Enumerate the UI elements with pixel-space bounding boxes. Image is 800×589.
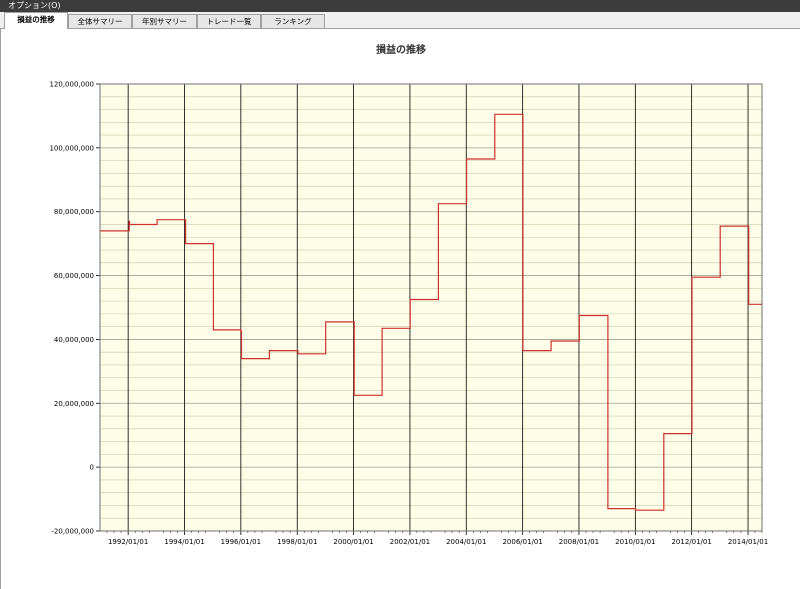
x-tick-label: 2004/01/01: [446, 538, 486, 546]
y-tick-label: 120,000,000: [49, 81, 94, 89]
x-tick-label: 2006/01/01: [502, 538, 542, 546]
x-tick-label: 2008/01/01: [559, 538, 599, 546]
x-tick-label: 2000/01/01: [333, 538, 373, 546]
chart-title: 損益の推移: [376, 43, 426, 56]
x-tick-label: 1998/01/01: [277, 538, 317, 546]
y-tick-label: 20,000,000: [54, 400, 94, 408]
tab-trade-list[interactable]: トレード一覧: [197, 14, 261, 28]
tab-overall-summary[interactable]: 全体サマリー: [68, 14, 132, 28]
menu-bar: オプション(O): [0, 0, 800, 12]
x-tick-label: 1994/01/01: [164, 538, 204, 546]
y-tick-label: -20,000,000: [51, 528, 94, 536]
tab-ranking[interactable]: ランキング: [261, 14, 325, 28]
x-tick-label: 2002/01/01: [390, 538, 430, 546]
plot-area: [99, 83, 763, 532]
y-tick-label: 60,000,000: [54, 272, 94, 280]
tab-profit-history[interactable]: 損益の推移: [4, 12, 68, 29]
profit-chart: 損益の推移 -20,000,000 0 20,000,000 40,000,000 60…: [49, 43, 768, 546]
y-tick-label: 0: [90, 464, 94, 472]
y-tick-label: 100,000,000: [49, 144, 94, 152]
x-tick-label: 1992/01/01: [108, 538, 148, 546]
x-tick-label: 1996/01/01: [221, 538, 261, 546]
y-tick-label: 40,000,000: [54, 336, 94, 344]
tab-yearly-summary[interactable]: 年別サマリー: [132, 14, 197, 28]
x-tick-label: 2012/01/01: [671, 538, 711, 546]
x-tick-label: 2010/01/01: [615, 538, 655, 546]
tab-strip: 損益の推移 全体サマリー 年別サマリー トレード一覧 ランキング: [0, 12, 800, 29]
y-tick-label: 80,000,000: [54, 208, 94, 216]
chart-panel: 損益の推移 -20,000,000 0 20,000,000 40,000,000 60…: [0, 29, 800, 589]
x-tick-label: 2014/01/01: [728, 538, 768, 546]
menu-options[interactable]: オプション(O): [0, 1, 61, 10]
